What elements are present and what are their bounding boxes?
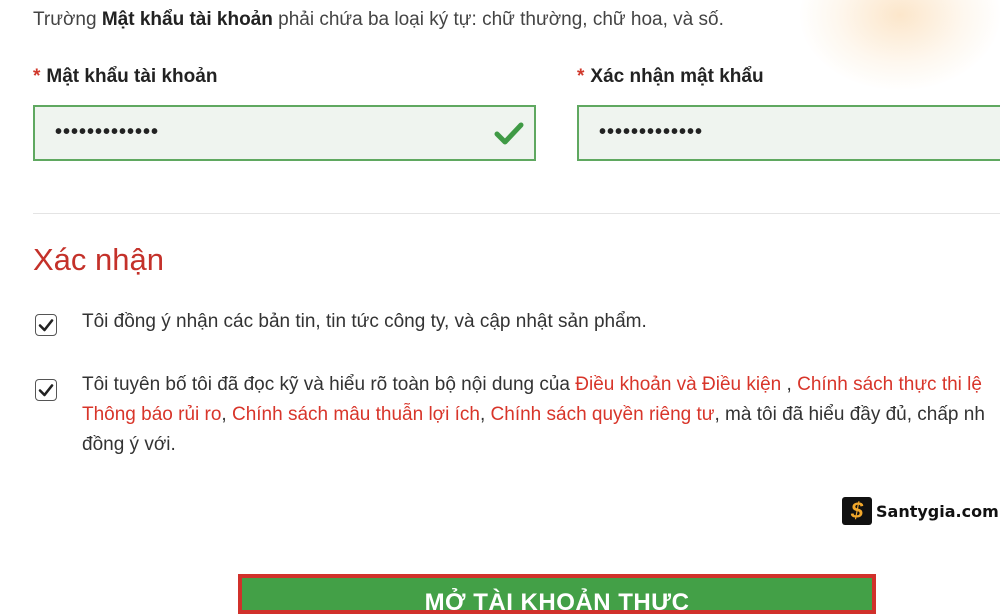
confirmation-section-title: Xác nhận — [33, 242, 164, 277]
password-input[interactable]: ••••••••••••• — [33, 105, 536, 161]
required-asterisk: * — [33, 66, 41, 87]
risk-notice-link[interactable]: Thông báo rủi ro — [82, 404, 221, 425]
decorative-glow — [800, 0, 1000, 90]
execution-policy-link[interactable]: Chính sách thực thi lệ — [797, 374, 982, 395]
open-real-account-button[interactable]: MỞ TÀI KHOẢN THỰC — [238, 574, 876, 614]
confirm-password-input[interactable]: ••••••••••••• — [577, 105, 1000, 161]
privacy-policy-link[interactable]: Chính sách quyền riêng tư — [491, 404, 715, 425]
terms-line-3: đồng ý với. — [82, 434, 176, 455]
hint-field-name: Mật khẩu tài khoản — [101, 9, 273, 30]
valid-check-icon — [494, 122, 524, 145]
terms-consent-text: Tôi tuyên bố tôi đã đọc kỹ và hiểu rõ to… — [82, 370, 985, 460]
password-requirement-hint: Trường Mật khẩu tài khoản phải chứa ba l… — [33, 9, 724, 30]
section-divider — [33, 213, 1000, 214]
terms-line-1: Tôi tuyên bố tôi đã đọc kỹ và hiểu rõ to… — [82, 374, 982, 395]
newsletter-consent-text: Tôi đồng ý nhận các bản tin, tin tức côn… — [82, 311, 647, 332]
password-value: ••••••••••••• — [55, 121, 160, 143]
checkmark-icon — [38, 384, 54, 397]
confirm-password-value: ••••••••••••• — [599, 121, 704, 143]
required-asterisk: * — [577, 66, 585, 87]
password-label: * Mật khẩu tài khoản — [33, 66, 218, 87]
terms-checkbox[interactable] — [35, 379, 57, 401]
santygia-logo-icon: $ — [842, 497, 872, 525]
submit-button-label: MỞ TÀI KHOẢN THỰC — [424, 589, 690, 614]
watermark-text: Santygia.com — [876, 501, 999, 521]
newsletter-checkbox[interactable] — [35, 314, 57, 336]
santygia-watermark: $ Santygia.com — [842, 497, 999, 525]
terms-and-conditions-link[interactable]: Điều khoản và Điều kiện — [575, 374, 781, 395]
checkmark-icon — [38, 319, 54, 332]
conflict-of-interest-link[interactable]: Chính sách mâu thuẫn lợi ích — [232, 404, 480, 425]
terms-line-2: Thông báo rủi ro, Chính sách mâu thuẫn l… — [82, 404, 985, 425]
confirm-password-label: * Xác nhận mật khẩu — [577, 66, 764, 87]
